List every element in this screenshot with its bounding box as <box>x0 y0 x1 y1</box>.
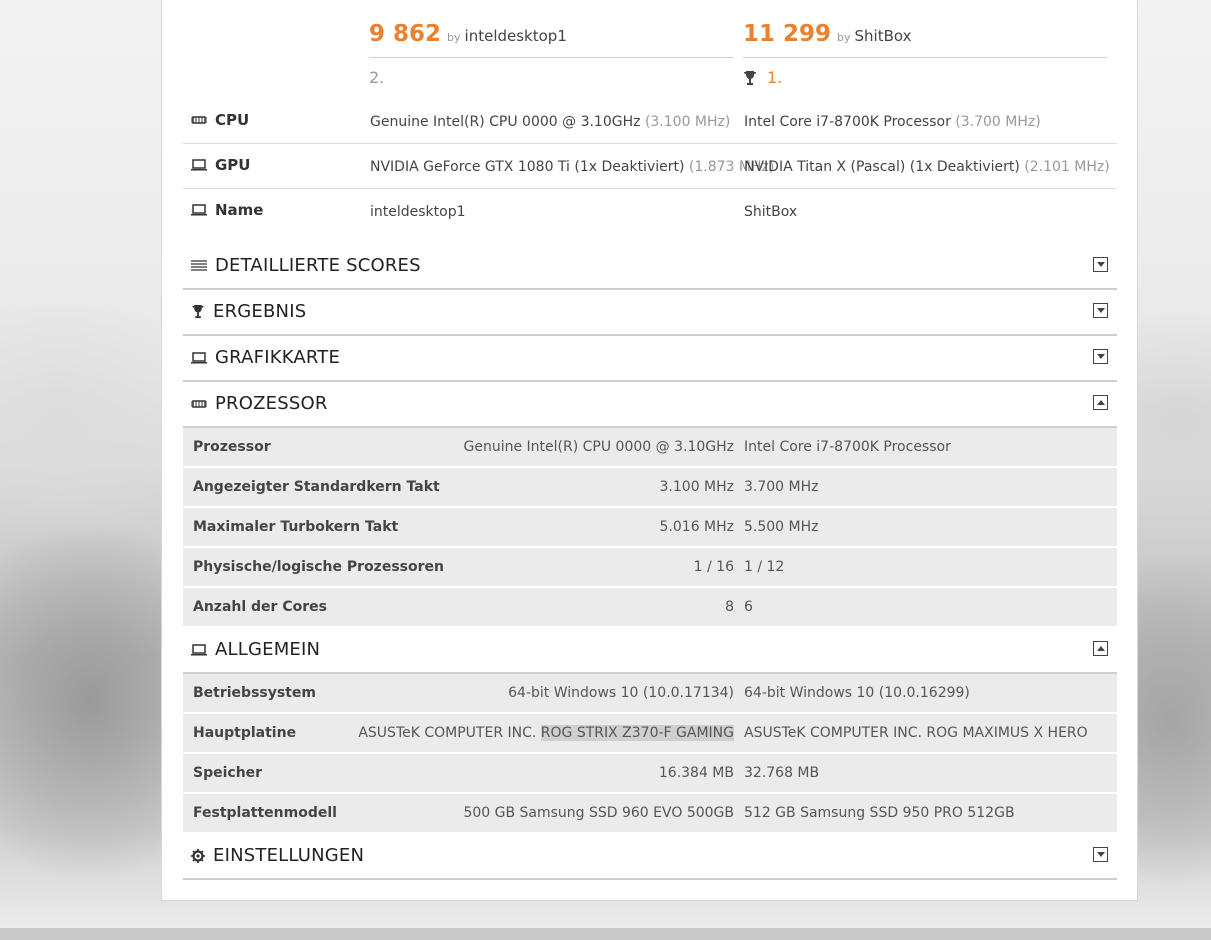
table-row: Festplattenmodell 500 GB Samsung SSD 960… <box>183 794 1117 832</box>
table-row: Betriebssystem 64-bit Windows 10 (10.0.1… <box>183 674 1117 712</box>
section-title: DETAILLIERTE SCORES <box>191 255 421 276</box>
row-label: CPU <box>191 111 249 129</box>
rank: 1. <box>743 68 1107 87</box>
selected-text: ROG STRIX Z370-F GAMING <box>540 725 734 741</box>
collapse-toggle[interactable] <box>1093 641 1108 656</box>
laptop-icon <box>191 204 207 216</box>
cpu-icon <box>191 116 207 124</box>
system-row-cpu: CPU Genuine Intel(R) CPU 0000 @ 3.10GHz … <box>183 99 1117 144</box>
chevron-down-icon <box>1096 852 1105 857</box>
trophy-icon <box>192 304 204 319</box>
cpu-icon <box>191 399 207 408</box>
row-label: GPU <box>191 156 251 174</box>
score-owner-link[interactable]: ShitBox <box>855 27 912 45</box>
name-value-2: ShitBox <box>744 204 798 220</box>
chevron-down-icon <box>1096 354 1105 359</box>
collapse-toggle[interactable] <box>1093 395 1108 410</box>
row-label: Name <box>191 201 263 219</box>
section-detailed-scores[interactable]: DETAILLIERTE SCORES <box>183 245 1117 290</box>
page-footer-bar <box>0 928 1211 940</box>
score-by: by <box>837 31 851 44</box>
section-title: ALLGEMEIN <box>191 639 320 660</box>
gpu-icon <box>191 159 207 171</box>
expand-toggle[interactable] <box>1093 349 1108 364</box>
section-title: EINSTELLUNGEN <box>191 845 364 866</box>
table-row: Hauptplatine ASUSTeK COMPUTER INC. ROG S… <box>183 714 1117 752</box>
comparison-panel: 9 862 by inteldesktop1 2. 11 299 by Shit… <box>161 0 1138 901</box>
rank-value: 2. <box>369 68 385 87</box>
expand-toggle[interactable] <box>1093 303 1108 318</box>
name-value-1: inteldesktop1 <box>370 204 466 220</box>
cpu-value-2: Intel Core i7-8700K Processor (3.700 MHz… <box>744 114 1041 130</box>
gpu-icon <box>191 351 207 363</box>
table-row: Speicher 16.384 MB 32.768 MB <box>183 754 1117 792</box>
section-settings[interactable]: EINSTELLUNGEN <box>183 835 1117 880</box>
section-title: PROZESSOR <box>191 393 328 414</box>
chevron-down-icon <box>1096 308 1105 313</box>
table-row: Prozessor Genuine Intel(R) CPU 0000 @ 3.… <box>183 428 1117 466</box>
laptop-icon <box>191 643 207 655</box>
score-by: by <box>447 31 461 44</box>
table-row: Anzahl der Cores 8 6 <box>183 588 1117 626</box>
section-processor[interactable]: PROZESSOR <box>183 383 1117 428</box>
section-general[interactable]: ALLGEMEIN <box>183 629 1117 674</box>
score-value: 11 299 <box>743 21 832 47</box>
section-title: ERGEBNIS <box>191 301 306 322</box>
chevron-up-icon <box>1096 646 1105 651</box>
rank: 2. <box>369 68 733 87</box>
gpu-value-1: NVIDIA GeForce GTX 1080 Ti (1x Deaktivie… <box>370 159 775 175</box>
gpu-value-2: NVIDIA Titan X (Pascal) (1x Deaktiviert)… <box>744 159 1110 175</box>
trophy-icon <box>744 70 756 85</box>
table-row: Angezeigter Standardkern Takt 3.100 MHz … <box>183 468 1117 506</box>
score-column-1: 9 862 by inteldesktop1 2. <box>369 21 733 87</box>
system-row-name: Name inteldesktop1 ShitBox <box>183 189 1117 233</box>
table-row: Physische/logische Prozessoren 1 / 16 1 … <box>183 548 1117 586</box>
list-icon <box>191 259 207 271</box>
section-title: GRAFIKKARTE <box>191 347 340 368</box>
section-result[interactable]: ERGEBNIS <box>183 291 1117 336</box>
score-value: 9 862 <box>369 21 442 47</box>
rank-value: 1. <box>767 68 783 87</box>
expand-toggle[interactable] <box>1093 847 1108 862</box>
table-row: Maximaler Turbokern Takt 5.016 MHz 5.500… <box>183 508 1117 546</box>
gear-icon <box>191 848 205 863</box>
system-row-gpu: GPU NVIDIA GeForce GTX 1080 Ti (1x Deakt… <box>183 144 1117 189</box>
score-owner-link[interactable]: inteldesktop1 <box>465 27 567 45</box>
cpu-value-1: Genuine Intel(R) CPU 0000 @ 3.10GHz (3.1… <box>370 114 731 130</box>
chevron-up-icon <box>1096 400 1105 405</box>
expand-toggle[interactable] <box>1093 257 1108 272</box>
chevron-down-icon <box>1096 262 1105 267</box>
score-column-2: 11 299 by ShitBox 1. <box>743 21 1107 87</box>
section-graphics-card[interactable]: GRAFIKKARTE <box>183 337 1117 382</box>
